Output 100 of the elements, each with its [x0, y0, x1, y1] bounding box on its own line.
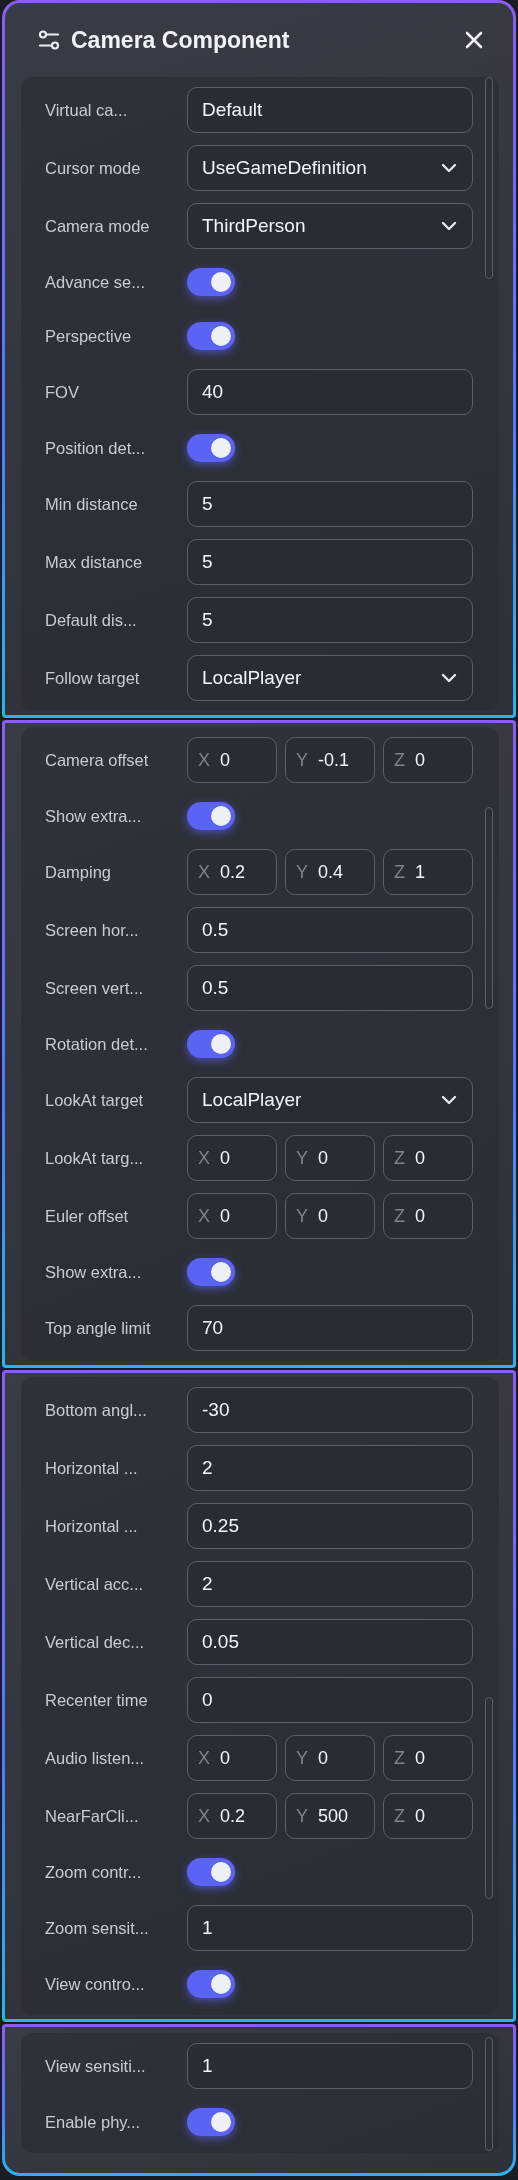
field-label: Follow target	[45, 668, 141, 688]
axis-value: 0	[220, 1747, 231, 1769]
field-label: Euler offset	[45, 1206, 130, 1226]
vector-input-field[interactable]: Y 0.4	[285, 849, 375, 895]
vector-input-field[interactable]: X 0	[187, 1193, 277, 1239]
axis-label: X	[198, 1805, 210, 1827]
dropdown[interactable]: LocalPlayer	[187, 655, 473, 701]
dropdown-value: ThirdPerson	[202, 215, 306, 237]
axis-label: Z	[394, 749, 405, 771]
input-field[interactable]: 0.5	[187, 907, 473, 953]
input-field[interactable]: 1	[187, 2043, 473, 2089]
field-label: Vertical dec...	[45, 1632, 146, 1652]
field-label: Max distance	[45, 552, 144, 572]
field-label: Advance se...	[45, 272, 146, 292]
vector-input-field[interactable]: Y 0	[285, 1135, 375, 1181]
axis-label: X	[198, 1147, 210, 1169]
vector-input-field[interactable]: Z 0	[383, 1135, 473, 1181]
field-label: Cursor mode	[45, 158, 142, 178]
field-label: Camera mode	[45, 216, 151, 236]
field-label: Screen hor...	[45, 920, 140, 940]
axis-label: Y	[296, 749, 308, 771]
field-label: Horizontal ...	[45, 1516, 139, 1536]
field-label: Vertical acc...	[45, 1574, 145, 1594]
input-field[interactable]: 2	[187, 1445, 473, 1491]
input-field[interactable]: 70	[187, 1305, 473, 1351]
axis-label: Y	[296, 1147, 308, 1169]
field-label: Audio listen...	[45, 1748, 146, 1768]
axis-label: Z	[394, 1805, 405, 1827]
axis-label: Z	[394, 1205, 405, 1227]
axis-value: 0	[318, 1147, 329, 1169]
input-field[interactable]: 40	[187, 369, 473, 415]
input-field[interactable]: 5	[187, 597, 473, 643]
field-label: Enable phy...	[45, 2112, 142, 2132]
field-label: Perspective	[45, 326, 133, 346]
vector-input-field[interactable]: Z 0	[383, 737, 473, 783]
field-label: Top angle limit	[45, 1318, 152, 1338]
axis-label: Y	[296, 1747, 308, 1769]
vector-input-field[interactable]: X 0.2	[187, 1793, 277, 1839]
field-label: View sensiti...	[45, 2056, 147, 2076]
axis-label: Y	[296, 1805, 308, 1827]
axis-label: Z	[394, 1747, 405, 1769]
axis-value: 0	[415, 749, 425, 771]
input-field[interactable]: 5	[187, 539, 473, 585]
input-field[interactable]: 0.5	[187, 965, 473, 1011]
field-label: Rotation det...	[45, 1034, 149, 1054]
input-field[interactable]: 0.05	[187, 1619, 473, 1665]
field-label: Screen vert...	[45, 978, 145, 998]
field-label: Recenter time	[45, 1690, 149, 1710]
axis-value: 0.2	[220, 1805, 246, 1827]
field-label: LookAt targ...	[45, 1148, 145, 1168]
field-label: NearFarCli...	[45, 1806, 140, 1826]
input-field[interactable]: Default	[187, 87, 473, 133]
vector-input-field[interactable]: Z 1	[383, 849, 473, 895]
input-field[interactable]: 0.25	[187, 1503, 473, 1549]
field-label: Show extra...	[45, 1262, 143, 1282]
vector-input-field[interactable]: Z 0	[383, 1193, 473, 1239]
field-label: Horizontal ...	[45, 1458, 139, 1478]
vector-input-field[interactable]: Y 500	[285, 1793, 375, 1839]
axis-value: 0.2	[220, 861, 246, 883]
axis-label: X	[198, 1205, 210, 1227]
input-field[interactable]: 5	[187, 481, 473, 527]
field-label: Virtual ca...	[45, 100, 129, 120]
dropdown-value: UseGameDefinition	[202, 157, 367, 179]
vector-input-field[interactable]: Y 0	[285, 1735, 375, 1781]
vector-input-field[interactable]: X 0	[187, 737, 277, 783]
axis-label: X	[198, 1747, 210, 1769]
axis-value: 0	[318, 1747, 329, 1769]
input-field[interactable]: 0	[187, 1677, 473, 1723]
dropdown[interactable]: UseGameDefinition	[187, 145, 473, 191]
axis-value: 0.4	[318, 861, 344, 883]
vector-input-field[interactable]: Z 0	[383, 1735, 473, 1781]
vector-input-field[interactable]: X 0	[187, 1135, 277, 1181]
input-field[interactable]: 1	[187, 1905, 473, 1951]
axis-value: 0	[415, 1205, 425, 1227]
axis-value: 0	[318, 1205, 329, 1227]
field-label: Position det...	[45, 438, 146, 458]
field-label: Zoom contr...	[45, 1862, 143, 1882]
dropdown[interactable]: ThirdPerson	[187, 203, 473, 249]
field-label: Camera offset	[45, 750, 150, 770]
axis-label: X	[198, 749, 210, 771]
axis-label: Z	[394, 861, 405, 883]
axis-value: 0	[220, 749, 231, 771]
axis-value: 1	[415, 861, 425, 883]
vector-input-field[interactable]: X 0.2	[187, 849, 277, 895]
axis-label: Y	[296, 861, 308, 883]
vector-input-field[interactable]: X 0	[187, 1735, 277, 1781]
input-field[interactable]: -30	[187, 1387, 473, 1433]
axis-value: 500	[318, 1805, 349, 1827]
vector-input-field[interactable]: Z 0	[383, 1793, 473, 1839]
axis-value: -0.1	[318, 749, 350, 771]
input-field[interactable]: 2	[187, 1561, 473, 1607]
axis-label: Z	[394, 1147, 405, 1169]
vector-input-field[interactable]: Y 0	[285, 1193, 375, 1239]
vector-input-field[interactable]: Y -0.1	[285, 737, 375, 783]
field-label: Default dis...	[45, 610, 138, 630]
field-label: Bottom angl...	[45, 1400, 148, 1420]
axis-value: 0	[415, 1805, 425, 1827]
field-label: Zoom sensit...	[45, 1918, 150, 1938]
dropdown[interactable]: LocalPlayer	[187, 1077, 473, 1123]
axis-value: 0	[220, 1205, 231, 1227]
